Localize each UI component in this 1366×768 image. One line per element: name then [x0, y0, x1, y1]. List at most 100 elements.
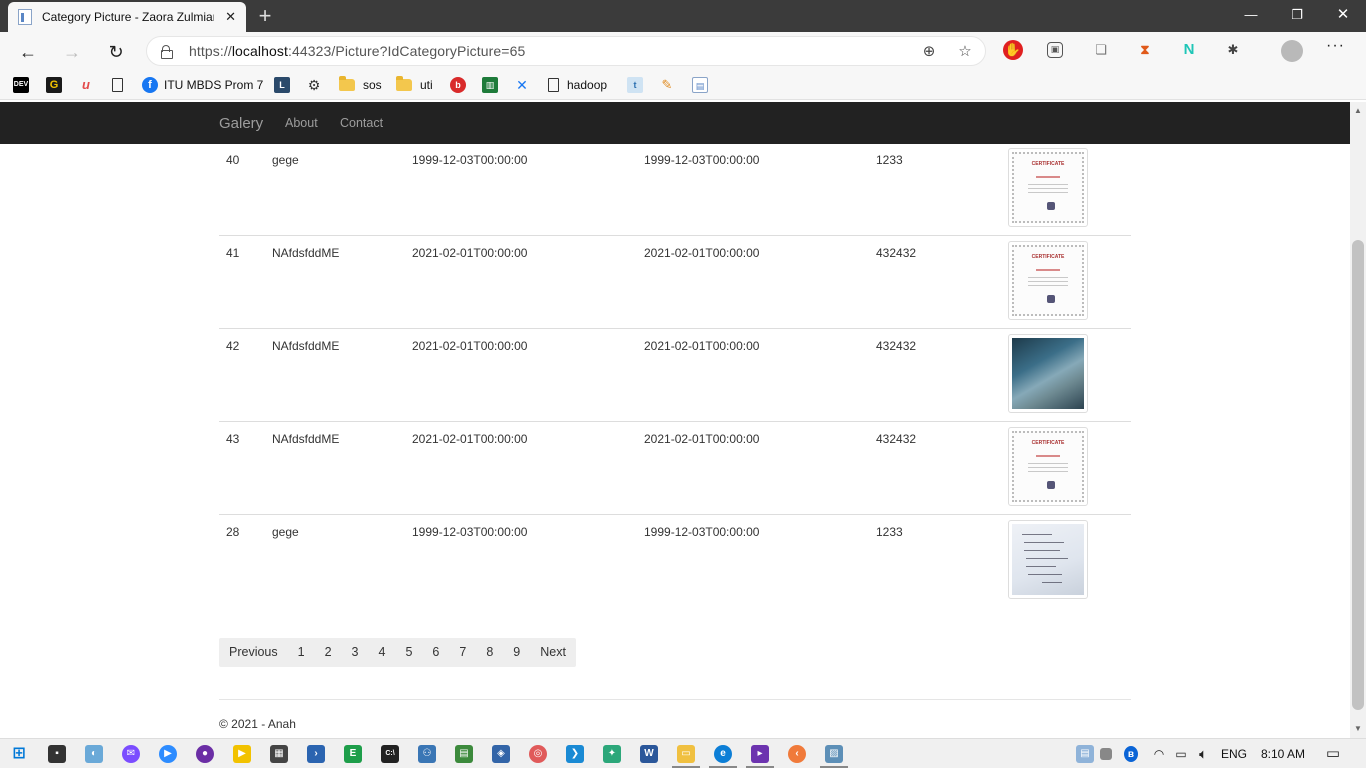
bookmark-u[interactable]: u	[78, 76, 100, 94]
word-app-icon[interactable]: W	[640, 745, 658, 763]
bookmark-settings[interactable]: ⚙	[306, 76, 328, 94]
pager-page-5[interactable]: 5	[395, 638, 422, 667]
notifications-icon[interactable]: ▭	[1324, 745, 1342, 763]
picture-thumbnail[interactable]: CERTIFICATE	[1008, 427, 1088, 506]
restore-icon[interactable]: ❐	[1274, 0, 1320, 32]
pager-page-8[interactable]: 8	[476, 638, 503, 667]
postman-app-icon[interactable]: ‹	[788, 745, 806, 763]
picture-thumbnail[interactable]	[1008, 334, 1088, 413]
wifi-icon[interactable]: ◠	[1150, 745, 1168, 763]
close-tab-icon[interactable]: ✕	[225, 9, 236, 25]
adblock-extension-icon[interactable]: ✋	[1003, 40, 1023, 60]
page-scrollbar[interactable]: ▲ ▼	[1350, 102, 1366, 738]
scrollbar-thumb[interactable]	[1352, 240, 1364, 710]
hourglass-extension-icon[interactable]: ⧗	[1135, 40, 1155, 60]
forward-icon[interactable]: →	[58, 38, 86, 66]
calculator-app-icon[interactable]: ▦	[270, 745, 288, 763]
pager-page-9[interactable]: 9	[503, 638, 530, 667]
nav-about[interactable]: About	[285, 116, 318, 130]
screenshot-extension-icon[interactable]: ▣	[1047, 42, 1063, 58]
minimize-icon[interactable]: —	[1228, 0, 1274, 32]
refresh-icon[interactable]: ↻	[102, 38, 130, 66]
pager-page-2[interactable]: 2	[315, 638, 342, 667]
browser-tab[interactable]: Category Picture - Zaora Zulmiar ✕	[8, 2, 246, 32]
virtualbox-app-icon[interactable]: ◈	[492, 745, 510, 763]
more-menu-icon[interactable]: ···	[1326, 37, 1345, 55]
cell-name: gege	[272, 525, 299, 539]
bookmark-itu-mbds[interactable]: f ITU MBDS Prom 7	[142, 76, 263, 94]
lock-icon[interactable]	[161, 45, 173, 59]
pager-page-1[interactable]: 1	[288, 638, 315, 667]
bookmark-g[interactable]: G	[46, 76, 68, 94]
edge-browser-icon[interactable]: e	[714, 745, 732, 763]
url-text: https://localhost:44323/Picture?IdCatego…	[189, 43, 526, 59]
player-app-icon[interactable]: ▶	[233, 745, 251, 763]
network-app-icon[interactable]: ▤	[455, 745, 473, 763]
zoom-app-icon[interactable]: ▶	[159, 745, 177, 763]
media-app-icon[interactable]: ●	[196, 745, 214, 763]
pager-page-7[interactable]: 7	[449, 638, 476, 667]
collections-extension-icon[interactable]: ❏	[1091, 40, 1111, 60]
bookmark-dev[interactable]: DEV	[13, 76, 35, 94]
paint-app-icon[interactable]: ◐	[85, 745, 103, 763]
brand-link[interactable]: Galery	[219, 115, 263, 132]
bug-extension-icon[interactable]: ✱	[1223, 40, 1243, 60]
bluetooth-icon[interactable]: ʙ	[1124, 746, 1138, 762]
profile-avatar[interactable]	[1281, 40, 1303, 62]
pager-previous[interactable]: Previous	[219, 638, 288, 667]
pager-page-6[interactable]: 6	[422, 638, 449, 667]
chart-app-icon[interactable]: ◎	[529, 745, 547, 763]
tray-app-icon[interactable]: ▤	[1076, 745, 1094, 763]
bookmark-l[interactable]: L	[274, 76, 296, 94]
back-icon[interactable]: ←	[14, 38, 42, 66]
bookmark-doc[interactable]: ▤	[692, 76, 714, 94]
bookmark-b[interactable]: b	[450, 76, 472, 94]
tray-notes-icon[interactable]	[1100, 748, 1112, 760]
scroll-down-icon[interactable]: ▼	[1354, 724, 1362, 733]
monitor-app-icon[interactable]: ▨	[825, 745, 843, 763]
nav-contact[interactable]: Contact	[340, 116, 383, 130]
n-extension-icon[interactable]: N	[1179, 40, 1199, 60]
git-app-icon[interactable]: ✦	[603, 745, 621, 763]
bookmark-t[interactable]: t	[627, 76, 649, 94]
visual-studio-icon[interactable]: ▸	[751, 745, 769, 763]
cmd-app-icon[interactable]: C:\	[381, 745, 399, 763]
python-app-icon[interactable]: ⚇	[418, 745, 436, 763]
cell-id: 43	[226, 432, 240, 446]
new-tab-icon[interactable]: +	[254, 2, 276, 30]
picture-thumbnail[interactable]: CERTIFICATE	[1008, 241, 1088, 320]
picture-thumbnail[interactable]	[1008, 520, 1088, 599]
vscode-app-icon[interactable]: ❯	[566, 745, 584, 763]
pager-page-4[interactable]: 4	[369, 638, 396, 667]
bookmark-x[interactable]: ✕	[514, 76, 536, 94]
clock[interactable]: 8:10 AM	[1261, 747, 1305, 761]
bookmark-hadoop[interactable]: hadoop	[548, 76, 607, 94]
bookmark-page[interactable]	[112, 76, 131, 94]
editor-app-icon[interactable]: E	[344, 745, 362, 763]
scroll-up-icon[interactable]: ▲	[1354, 106, 1362, 115]
zoom-icon[interactable]: ⊕	[919, 42, 939, 62]
g-icon: G	[46, 77, 62, 93]
terminal-app-icon[interactable]: ▪	[48, 745, 66, 763]
certificate-image: CERTIFICATE	[1012, 152, 1084, 223]
doc-icon: ▤	[692, 77, 708, 93]
address-bar[interactable]: https://localhost:44323/Picture?IdCatego…	[146, 36, 986, 66]
windows-start-icon[interactable]: ⊞	[10, 745, 28, 763]
messenger-app-icon[interactable]: ✉	[122, 745, 140, 763]
bookmark-folder-sos[interactable]: sos	[339, 76, 382, 94]
bookmark-chart[interactable]: ▥	[482, 76, 504, 94]
pager-next[interactable]: Next	[530, 638, 576, 667]
pager-page-3[interactable]: 3	[342, 638, 369, 667]
folder-icon	[396, 76, 412, 91]
facebook-icon: f	[142, 77, 158, 93]
bookmark-pencil[interactable]: ✎	[659, 76, 681, 94]
bookmark-folder-uti[interactable]: uti	[396, 76, 433, 94]
favorite-star-icon[interactable]: ☆	[955, 42, 975, 62]
close-window-icon[interactable]: ✕	[1320, 0, 1366, 32]
picture-thumbnail[interactable]: CERTIFICATE	[1008, 148, 1088, 227]
powershell-app-icon[interactable]: ›	[307, 745, 325, 763]
battery-icon[interactable]: ▭	[1172, 745, 1190, 763]
volume-icon[interactable]: 🔈︎	[1194, 745, 1212, 763]
file-explorer-icon[interactable]: ▭	[677, 745, 695, 763]
language-indicator[interactable]: ENG	[1221, 747, 1247, 761]
